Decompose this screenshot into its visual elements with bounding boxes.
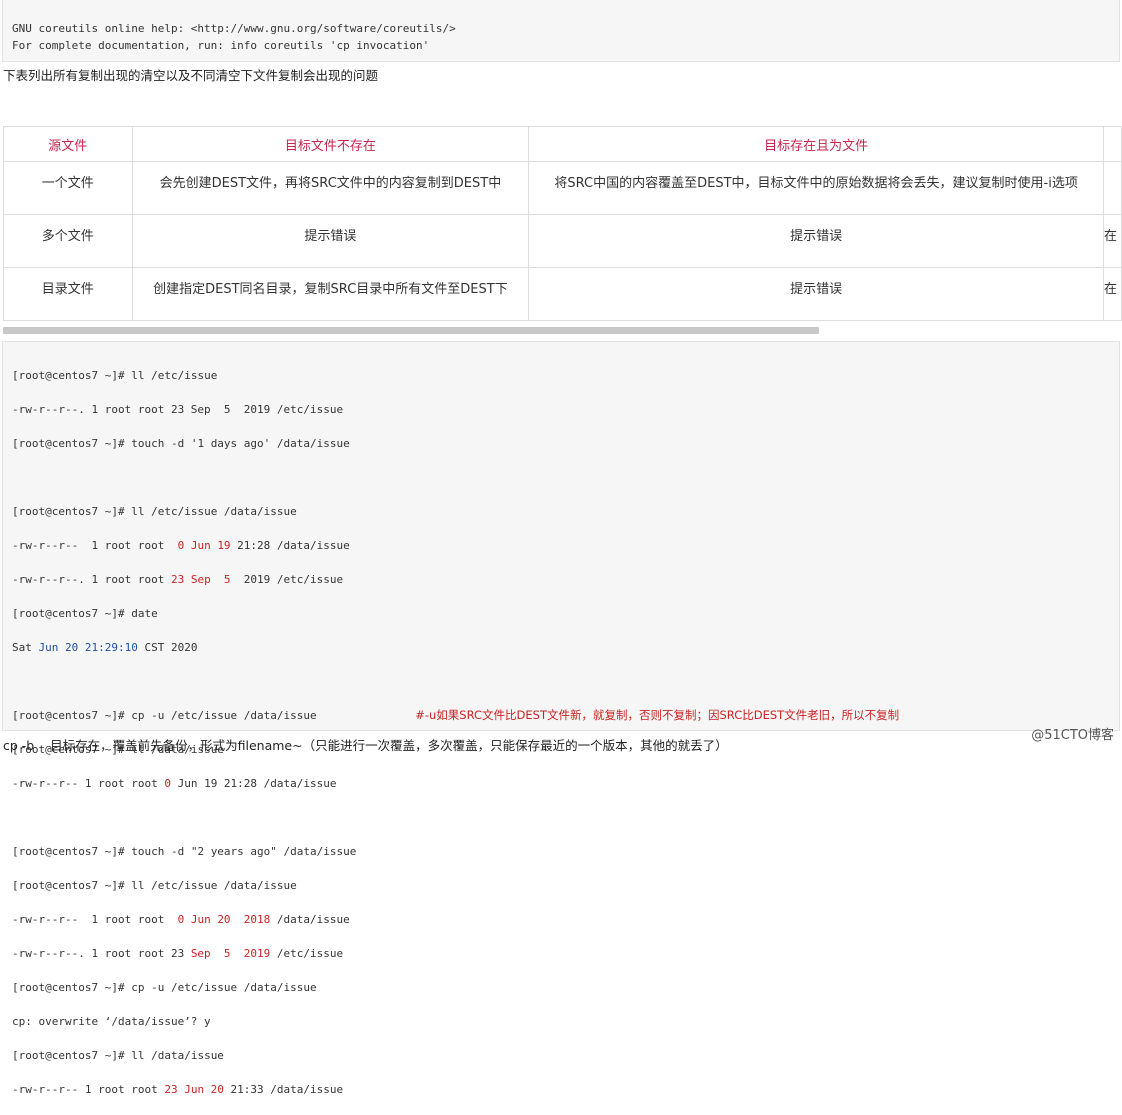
header-dest-is-dir xyxy=(1103,126,1122,162)
header-dest-is-file: 目标存在且为文件 xyxy=(528,126,1104,162)
code-line: -rw-r--r--. 1 root root 23 Sep 5 2019 /e… xyxy=(12,573,344,586)
code-line: [root@centos7 ~]# ll /etc/issue xyxy=(12,369,218,382)
table-row: 多个文件 提示错误 提示错误 在 xyxy=(3,214,1122,268)
code-line: [root@centos7 ~]# date xyxy=(12,607,158,620)
table-cell: 创建指定DEST同名目录，复制SRC目录中所有文件至DEST下 xyxy=(131,267,530,321)
terminal-code-block: [root@centos7 ~]# ll /etc/issue -rw-r--r… xyxy=(2,341,1120,1096)
code-line: Sat Jun 20 21:29:10 CST 2020 xyxy=(12,641,198,654)
code-line: For complete documentation, run: info co… xyxy=(12,39,430,52)
code-line: -rw-r--r--. 1 root root 23 Sep 5 2019 /e… xyxy=(12,947,344,960)
code-line: GNU coreutils online help: <http://www.g… xyxy=(12,22,456,35)
code-line: [root@centos7 ~]# ll /data/issue xyxy=(12,1049,224,1062)
code-line: cp: overwrite ‘/data/issue’? y xyxy=(12,1015,211,1028)
code-line: -rw-r--r-- 1 root root 0 Jun 19 21:28 /d… xyxy=(12,539,350,552)
table-row: 一个文件 会先创建DEST文件，再将SRC文件中的内容复制到DEST中 将SRC… xyxy=(3,161,1122,215)
code-line: -rw-r--r-- 1 root root 0 Jun 19 21:28 /d… xyxy=(12,777,337,790)
code-line: [root@centos7 ~]# touch -d "2 years ago"… xyxy=(12,845,357,858)
table-cell: 在 xyxy=(1103,214,1122,268)
table-row: 目录文件 创建指定DEST同名目录，复制SRC目录中所有文件至DEST下 提示错… xyxy=(3,267,1122,321)
code-line: [root@centos7 ~]# cp -u /etc/issue /data… xyxy=(12,708,900,722)
header-dest-missing: 目标文件不存在 xyxy=(131,126,530,162)
table-cell: 提示错误 xyxy=(528,214,1104,268)
header-source-file: 源文件 xyxy=(3,126,133,162)
table-cell: 多个文件 xyxy=(3,214,133,268)
footer-text: cp -b 目标存在，覆盖前先备份，形式为filename~（只能进行一次覆盖，… xyxy=(3,738,728,753)
table-cell: 会先创建DEST文件，再将SRC文件中的内容复制到DEST中 xyxy=(131,161,530,215)
code-line: [root@centos7 ~]# ll /etc/issue /data/is… xyxy=(12,505,297,518)
table-cell: 提示错误 xyxy=(528,267,1104,321)
copy-cases-table: 源文件 目标文件不存在 目标存在且为文件 一个文件 会先创建DEST文件，再将S… xyxy=(3,126,1122,321)
code-line: [root@centos7 ~]# touch -d '1 days ago' … xyxy=(12,437,350,450)
table-cell: 提示错误 xyxy=(131,214,530,268)
code-line: [root@centos7 ~]# ll /etc/issue /data/is… xyxy=(12,879,297,892)
table-cell: 目录文件 xyxy=(3,267,133,321)
help-code-block: GNU coreutils online help: <http://www.g… xyxy=(2,0,1120,62)
code-line: -rw-r--r-- 1 root root 23 Jun 20 21:33 /… xyxy=(12,1083,344,1096)
horizontal-scrollbar[interactable] xyxy=(3,327,819,334)
intro-text: 下表列出所有复制出现的清空以及不同清空下文件复制会出现的问题 xyxy=(3,68,379,83)
table-header-row: 源文件 目标文件不存在 目标存在且为文件 xyxy=(3,126,1122,162)
code-line: -rw-r--r--. 1 root root 23 Sep 5 2019 /e… xyxy=(12,403,344,416)
code-line: [root@centos7 ~]# cp -u /etc/issue /data… xyxy=(12,981,317,994)
table-cell: 一个文件 xyxy=(3,161,133,215)
table-cell: 将SRC中国的内容覆盖至DEST中，目标文件中的原始数据将会丢失，建议复制时使用… xyxy=(528,161,1104,215)
table-cell: 在 xyxy=(1103,267,1122,321)
code-comment: #-u如果SRC文件比DEST文件新，就复制，否则不复制；因SRC比DEST文件… xyxy=(415,708,900,722)
code-line: -rw-r--r-- 1 root root 0 Jun 20 2018 /da… xyxy=(12,913,350,926)
table-cell xyxy=(1103,161,1122,215)
watermark: @51CTO博客 xyxy=(1031,728,1114,743)
